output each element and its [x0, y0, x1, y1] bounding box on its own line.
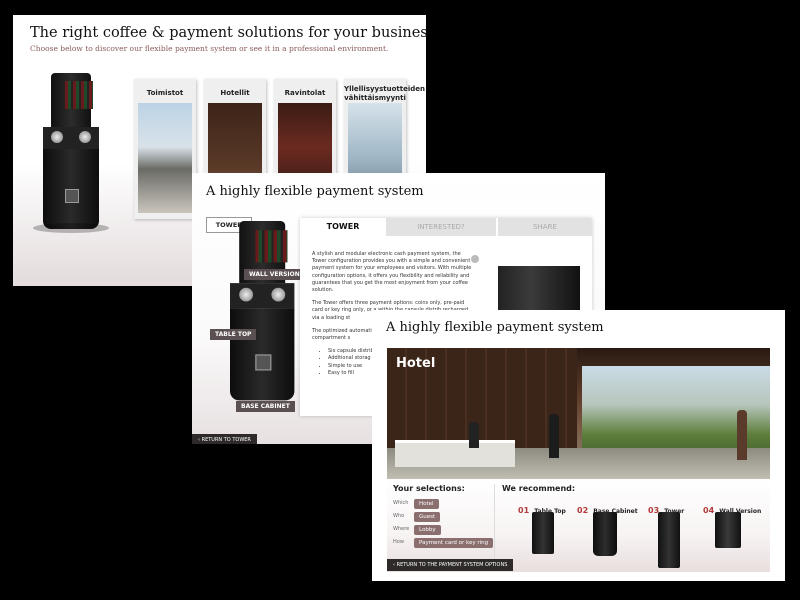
selection-chip[interactable]: Payment card or key ring: [414, 538, 494, 548]
tower-image: [658, 512, 680, 568]
close-icon[interactable]: [471, 255, 479, 263]
table-top-image: [532, 512, 554, 554]
base-cabinet-image: [593, 512, 617, 556]
paragraph: A stylish and modular electronic cash pa…: [312, 251, 472, 294]
callout-wall-version[interactable]: WALL VERSION: [244, 269, 305, 280]
tab-interested[interactable]: INTERESTED?: [386, 218, 496, 236]
recommendation-table-top[interactable]: 01 Table Top: [518, 498, 582, 554]
rec-number: 02: [577, 506, 589, 515]
selection-label: Who: [393, 513, 405, 519]
tab-share[interactable]: SHARE: [498, 218, 592, 236]
card-offices[interactable]: Toimistot: [134, 79, 196, 219]
selections-title: Your selections:: [393, 484, 465, 493]
button-label: RETURN TO TOWER: [201, 437, 251, 443]
selection-label: Where: [393, 526, 410, 532]
card-label: Hotellit: [220, 89, 250, 97]
recommendation-wall-version[interactable]: 04 Wall Version: [703, 498, 767, 548]
selection-chip[interactable]: Guest: [414, 512, 441, 522]
card-label: Yllellisyystuotteiden vähittäismyynti: [344, 85, 425, 102]
button-label: RETURN TO THE PAYMENT SYSTEM OPTIONS: [396, 562, 508, 568]
hero-label: Hotel: [396, 356, 436, 371]
rec-number: 01: [518, 506, 530, 515]
return-to-payment-options-button[interactable]: ‹ RETURN TO THE PAYMENT SYSTEM OPTIONS: [387, 559, 514, 571]
screen-hotel-recommendation: A highly flexible payment system Hotel Y…: [372, 310, 785, 581]
selection-chip[interactable]: Lobby: [414, 525, 441, 535]
hotel-lobby-image: Hotel: [387, 348, 770, 479]
rec-number: 04: [703, 506, 715, 515]
page-subtitle: Choose below to discover our flexible pa…: [30, 44, 389, 53]
callout-base-cabinet[interactable]: BASE CABINET: [236, 401, 295, 412]
recommendation-base-cabinet[interactable]: 02 Base Cabinet: [577, 498, 641, 556]
card-label: Toimistot: [146, 89, 184, 97]
recommend-title: We recommend:: [502, 484, 576, 493]
divider: [494, 484, 495, 568]
card-label: Ravintolat: [284, 89, 326, 97]
page-title: A highly flexible payment system: [206, 184, 424, 199]
selection-label: How: [393, 539, 404, 545]
tab-tower[interactable]: TOWER: [300, 218, 386, 236]
selection-label: Which: [393, 500, 409, 506]
wall-version-image: [715, 512, 741, 548]
return-to-tower-button[interactable]: ‹ RETURN TO TOWER: [192, 434, 257, 444]
page-title: The right coffee & payment solutions for…: [30, 25, 426, 41]
selection-chip[interactable]: Hotel: [414, 499, 439, 509]
callout-table-top[interactable]: TABLE TOP: [210, 329, 257, 340]
page-title: A highly flexible payment system: [386, 320, 604, 335]
